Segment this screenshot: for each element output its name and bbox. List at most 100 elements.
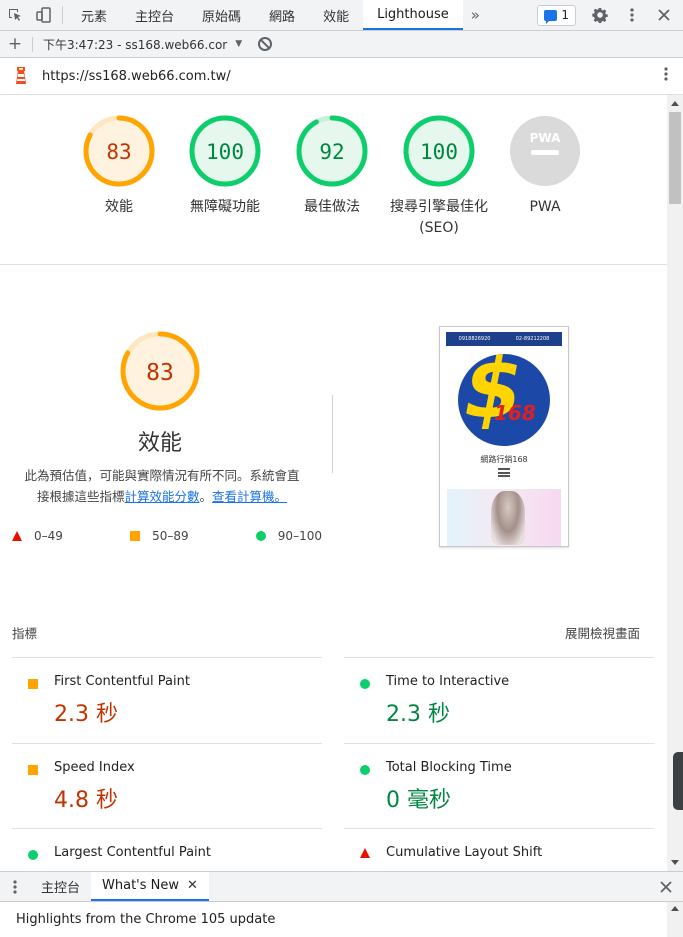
average-square-icon	[28, 765, 38, 775]
issues-count: 1	[561, 8, 569, 22]
metric-name: Time to Interactive	[386, 674, 510, 689]
metric-value: 0 毫秒	[386, 788, 451, 813]
lighthouse-logo-icon	[0, 66, 42, 86]
dropdown-caret-icon: ▼	[235, 39, 243, 49]
issues-button[interactable]: 1	[537, 4, 576, 26]
inspect-element-icon[interactable]	[0, 0, 29, 30]
gauge-label: 搜尋引擎最佳化 (SEO)	[384, 197, 494, 239]
metric-name: Total Blocking Time	[386, 760, 512, 775]
thumb-phone: 0918826920	[458, 336, 491, 342]
gauge-label: 最佳做法	[304, 199, 360, 215]
gauge-score: 83	[106, 140, 131, 164]
performance-description: 此為預估值，可能與實際情況有所不同。系統會直 接根據這些指標計算效能分數。查看計…	[12, 465, 312, 507]
tab-performance[interactable]: 效能	[309, 0, 363, 30]
drawer-scrollbar[interactable]	[667, 902, 683, 937]
gauge-score: 92	[319, 140, 344, 164]
separator	[62, 6, 63, 24]
legend-range: 90–100	[277, 529, 322, 543]
issues-chat-icon	[544, 9, 558, 24]
more-tabs-icon[interactable]: »	[463, 0, 488, 30]
fail-triangle-icon	[12, 531, 22, 541]
pwa-badge-text: PWA	[530, 131, 561, 145]
pass-circle-icon	[360, 679, 370, 689]
perf-desc-line2: 接根據這些指標	[36, 489, 125, 504]
gauge-accessibility[interactable]: 100 無障礙功能	[170, 115, 280, 218]
legend-pass: 90–100	[255, 529, 322, 543]
report-tools-menu-icon[interactable]	[649, 66, 683, 86]
tab-sources[interactable]: 原始碼	[188, 0, 255, 30]
scroll-down-arrow-icon[interactable]	[671, 860, 679, 865]
score-legend: 0–49 50–89 90–100	[12, 529, 322, 543]
gauge-ring: 100	[189, 115, 261, 187]
report-selector-label: 下午3:47:23 - ss168.web66.cor	[43, 37, 228, 52]
tab-network[interactable]: 網路	[255, 0, 309, 30]
final-screenshot-thumbnail[interactable]: 0918826920 02-89212208 $ 168 網路行銷168	[439, 326, 569, 547]
metrics-title: 指標	[12, 626, 38, 641]
banner-figure	[491, 491, 525, 545]
view-calculator-link[interactable]: 查看計算機。	[212, 489, 287, 504]
summary-divider	[332, 395, 333, 473]
close-drawer-icon[interactable]	[649, 872, 683, 901]
metric-name: Cumulative Layout Shift	[386, 845, 543, 860]
site-banner-image	[447, 489, 561, 546]
drawer-menu-vertical-icon[interactable]	[0, 872, 30, 901]
whats-new-panel: Highlights from the Chrome 105 update	[0, 902, 683, 937]
tab-elements[interactable]: 元素	[67, 0, 121, 30]
performance-score: 83	[146, 360, 174, 386]
thumb-contact-bar: 0918826920 02-89212208	[446, 332, 562, 346]
gauge-label-line1: 搜尋引擎最佳化	[390, 199, 488, 215]
report-url-bar: https://ss168.web66.com.tw/	[0, 58, 683, 95]
site-name: 網路行銷168	[480, 455, 528, 464]
side-panel-handle[interactable]	[673, 752, 683, 810]
metric-name: First Contentful Paint	[54, 674, 190, 689]
scroll-up-arrow-icon[interactable]	[671, 101, 679, 106]
scroll-thumb[interactable]	[669, 112, 681, 204]
clear-all-icon[interactable]	[258, 37, 273, 51]
gauge-performance[interactable]: 83 效能	[64, 115, 174, 218]
separator	[32, 36, 33, 52]
settings-gear-icon[interactable]	[585, 0, 615, 30]
drawer-tab-whats-new[interactable]: What's New ✕	[91, 872, 209, 901]
metric-tbt: Total Blocking Time 0 毫秒	[344, 743, 654, 829]
gauge-score: 100	[206, 140, 244, 164]
report-selector[interactable]: 下午3:47:23 - ss168.web66.cor ▼	[35, 36, 242, 53]
close-devtools-icon[interactable]	[649, 0, 679, 30]
metric-value: 2.3 秒	[54, 702, 118, 727]
thumb-tel: 02-89212208	[515, 336, 550, 342]
new-report-plus-icon[interactable]: +	[0, 34, 30, 54]
metrics-header: 指標 展開檢視畫面	[12, 623, 640, 642]
metric-name: Speed Index	[54, 760, 135, 775]
gauge-label: PWA	[529, 199, 561, 215]
gauge-seo[interactable]: 100 搜尋引擎最佳化 (SEO)	[384, 115, 494, 239]
scroll-up-arrow-icon[interactable]	[671, 906, 679, 911]
tab-lighthouse[interactable]: Lighthouse	[363, 0, 463, 30]
gauge-best-practices[interactable]: 92 最佳做法	[277, 115, 387, 218]
close-tab-icon[interactable]: ✕	[187, 878, 198, 893]
pwa-badge-icon: PWA	[510, 116, 580, 186]
hamburger-menu-icon	[498, 468, 510, 477]
more-options-vertical-icon[interactable]	[617, 0, 647, 30]
tab-console[interactable]: 主控台	[121, 0, 188, 30]
metric-name: Largest Contentful Paint	[54, 845, 212, 860]
device-toolbar-icon[interactable]	[29, 0, 58, 30]
calc-score-link[interactable]: 計算效能分數	[124, 489, 199, 504]
metric-fcp: First Contentful Paint 2.3 秒	[12, 657, 322, 743]
gauge-ring: 100	[403, 115, 475, 187]
drawer-tab-console[interactable]: 主控台	[30, 872, 91, 901]
legend-average: 50–89	[130, 529, 189, 543]
gauge-pwa[interactable]: PWA PWA	[490, 115, 600, 218]
perf-desc-line1: 此為預估值，可能與實際情況有所不同。系統會直	[24, 468, 300, 483]
report-url: https://ss168.web66.com.tw/	[42, 68, 231, 84]
expand-view-toggle[interactable]: 展開檢視畫面	[565, 623, 640, 642]
drawer-tab-label: What's New	[102, 878, 180, 893]
metric-speed-index: Speed Index 4.8 秒	[12, 743, 322, 829]
average-square-icon	[28, 679, 38, 689]
gauge-score: 100	[420, 140, 458, 164]
metric-value: 2.3 秒	[386, 702, 450, 727]
lighthouse-toolbar: + 下午3:47:23 - ss168.web66.cor ▼	[0, 31, 683, 58]
average-square-icon	[130, 531, 141, 541]
gauge-ring: 92	[296, 115, 368, 187]
perf-desc-separator: 。	[199, 489, 213, 504]
pass-circle-icon	[28, 850, 38, 860]
gauge-ring: 83	[83, 115, 155, 187]
